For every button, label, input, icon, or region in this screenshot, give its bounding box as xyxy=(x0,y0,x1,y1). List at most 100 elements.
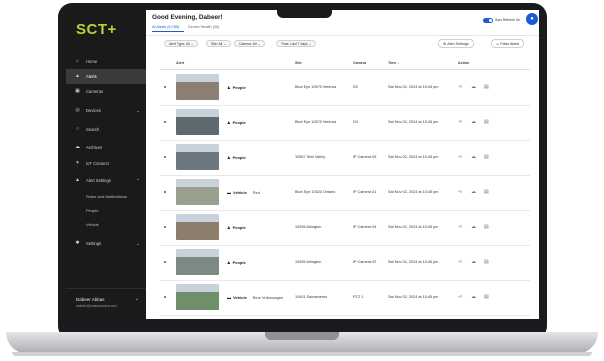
table-row[interactable]: ♟ People 10395 Arlington IP Camera 02 Sat No… xyxy=(160,245,530,281)
alert-type-label: People xyxy=(232,85,246,90)
sidebar-item-search[interactable]: ○ Search xyxy=(66,122,146,137)
person-icon: ♟ xyxy=(227,155,231,160)
user-profile[interactable]: Dabeer Abbas dabeer@smartcamera.com ⌄ xyxy=(66,288,146,319)
car-icon: ▬ xyxy=(227,295,231,300)
sidebar-item-devices[interactable]: ◎ Devices ⌄ xyxy=(66,103,146,118)
print-icon[interactable]: ▤ xyxy=(484,154,489,160)
share-icon[interactable]: ⋖ xyxy=(458,84,462,90)
print-icon[interactable]: ▤ xyxy=(484,294,489,300)
false-alerts-label: False Alerts xyxy=(500,41,520,46)
cloud-download-icon[interactable]: ☁ xyxy=(471,224,476,230)
share-icon[interactable]: ⋖ xyxy=(458,294,462,300)
sidebar-item-iot-connect[interactable]: ✶ IoT Connect xyxy=(66,156,146,171)
sidebar-item-alerts[interactable]: ▲ Alerts xyxy=(66,69,146,84)
bell-icon: ▲ xyxy=(75,73,80,79)
sidebar-item-home[interactable]: ⌂ Home xyxy=(66,54,146,69)
sidebar-item-settings[interactable]: ✱ Settings ⌄ xyxy=(66,236,146,251)
cell-camera: D4 xyxy=(353,120,358,124)
gear-icon: ✱ xyxy=(75,240,80,246)
table-row[interactable]: ♟ People 10395 Arlington IP Camera 04 Sat No… xyxy=(160,210,530,246)
star-icon: ✶ xyxy=(75,160,80,166)
column-header-site: Site xyxy=(295,61,302,65)
cell-site: 10395 Arlington xyxy=(295,225,322,229)
alert-thumbnail[interactable] xyxy=(176,144,219,170)
print-icon[interactable]: ▤ xyxy=(484,119,489,125)
false-alerts-button[interactable]: ▭ False Alerts xyxy=(491,39,525,48)
filter-time[interactable]: Time: Last 7 days ⌄ xyxy=(276,40,317,47)
filter-alert-type[interactable]: Alert Type: All ⌄ xyxy=(164,40,199,47)
share-icon[interactable]: ⋖ xyxy=(458,189,462,195)
alert-thumbnail[interactable] xyxy=(176,74,219,100)
sidebar-item-cameras[interactable]: ▣ Cameras xyxy=(66,84,146,99)
table-row[interactable]: ♟ People 10567 Simi Valley IP Camera 05 Sat … xyxy=(160,140,530,176)
column-header-camera: Camera xyxy=(353,61,367,65)
column-header-time[interactable]: Time ↓ xyxy=(388,61,399,65)
alert-type: ♟ People xyxy=(227,155,246,160)
table-row[interactable]: ♟ People Blue Eye 10570 Ventura D4 Sat Nov 0… xyxy=(160,105,530,141)
share-icon[interactable]: ⋖ xyxy=(458,224,462,230)
cell-time: Sat Nov 02, 2024 at 10:45 pm xyxy=(388,155,439,159)
alert-attribute: Red xyxy=(252,190,261,195)
person-icon: ♟ xyxy=(227,85,231,90)
tab-device-health[interactable]: Device Health (26) xyxy=(188,25,219,29)
alert-thumbnail[interactable] xyxy=(176,179,219,205)
tab-ai-alerts[interactable]: AI Alerts (6,785) xyxy=(152,25,179,29)
notifications-bell-icon[interactable]: ● xyxy=(526,13,538,25)
alert-type: ♟ People xyxy=(227,120,246,125)
chevron-down-icon: ⌄ xyxy=(136,107,140,113)
cloud-download-icon[interactable]: ☁ xyxy=(471,259,476,265)
auto-refresh-toggle[interactable] xyxy=(483,18,493,23)
alert-type: ▬ Vehicle Red xyxy=(227,190,260,195)
table-header: Alert Site Camera Time ↓ Action xyxy=(160,59,530,70)
alert-settings-button[interactable]: ⚙ Alert Settings xyxy=(438,39,474,48)
alert-type-label: People xyxy=(232,225,246,230)
cloud-download-icon[interactable]: ☁ xyxy=(471,119,476,125)
sidebar-item-alert-settings[interactable]: ▲ Alert Settings ⌃ xyxy=(66,173,146,188)
print-icon[interactable]: ▤ xyxy=(484,84,489,90)
alert-thumbnail[interactable] xyxy=(176,109,219,135)
laptop-base-shadow xyxy=(12,352,592,356)
sidebar-subitem-rules-and-notifications[interactable]: Rules and Notifications xyxy=(86,194,127,199)
cloud-download-icon[interactable]: ☁ xyxy=(471,189,476,195)
print-icon[interactable]: ▤ xyxy=(484,189,489,195)
sidebar-subitem-vehicle[interactable]: Vehicle xyxy=(86,222,99,227)
unread-indicator xyxy=(164,86,166,88)
share-icon[interactable]: ⋖ xyxy=(458,119,462,125)
filter-site[interactable]: Site: All ⌄ xyxy=(206,40,232,47)
filter-label: Camera: All xyxy=(239,41,257,46)
sidebar-subitem-people[interactable]: People xyxy=(86,208,98,213)
table-row[interactable]: ▬ Vehicle Red Blue Eye 10320 Ontario IP Came… xyxy=(160,175,530,211)
auto-refresh-label: Auto Refresh On xyxy=(495,18,521,22)
alert-thumbnail[interactable] xyxy=(176,284,219,310)
sort-icon[interactable]: ↓ xyxy=(396,61,399,65)
cell-time: Sat Nov 02, 2024 at 10:45 pm xyxy=(388,120,439,124)
table-row[interactable]: ▬ Vehicle Blue Volkswagen 10401 Sacramento P… xyxy=(160,280,530,316)
cloud-download-icon[interactable]: ☁ xyxy=(471,84,476,90)
cell-camera: IP Camera 05 xyxy=(353,155,377,159)
user-email: dabeer@smartcamera.com xyxy=(76,304,118,308)
table-row[interactable]: ♟ People Blue Eye 10570 Ventura D2 Sat Nov 0… xyxy=(160,70,530,106)
unread-indicator xyxy=(164,296,166,298)
app-logo: SCT+ xyxy=(76,21,117,38)
cloud-download-icon[interactable]: ☁ xyxy=(471,154,476,160)
filter-camera[interactable]: Camera: All ⌄ xyxy=(234,40,266,47)
share-icon[interactable]: ⋖ xyxy=(458,154,462,160)
cell-time: Sat Nov 02, 2024 at 10:45 pm xyxy=(388,85,439,89)
alert-thumbnail[interactable] xyxy=(176,214,219,240)
print-icon[interactable]: ▤ xyxy=(484,224,489,230)
alert-settings-label: Alert Settings xyxy=(447,41,469,46)
page-title: Good Evening, Dabeer! xyxy=(152,14,223,21)
chevron-down-icon[interactable]: ⌄ xyxy=(135,296,139,302)
sidebar-item-label: Home xyxy=(86,59,98,64)
cloud-download-icon[interactable]: ☁ xyxy=(471,294,476,300)
cell-camera: D2 xyxy=(353,85,358,89)
chevron-down-icon: ⌄ xyxy=(307,41,312,46)
sidebar-item-archives[interactable]: ☁ Archives xyxy=(66,140,146,155)
alert-thumbnail[interactable] xyxy=(176,249,219,275)
alert-settings-icon: ▲ xyxy=(75,177,80,183)
header-divider xyxy=(146,35,539,36)
cell-time: Sat Nov 02, 2024 at 10:45 pm xyxy=(388,295,439,299)
share-icon[interactable]: ⋖ xyxy=(458,259,462,265)
print-icon[interactable]: ▤ xyxy=(484,259,489,265)
person-icon: ♟ xyxy=(227,120,231,125)
